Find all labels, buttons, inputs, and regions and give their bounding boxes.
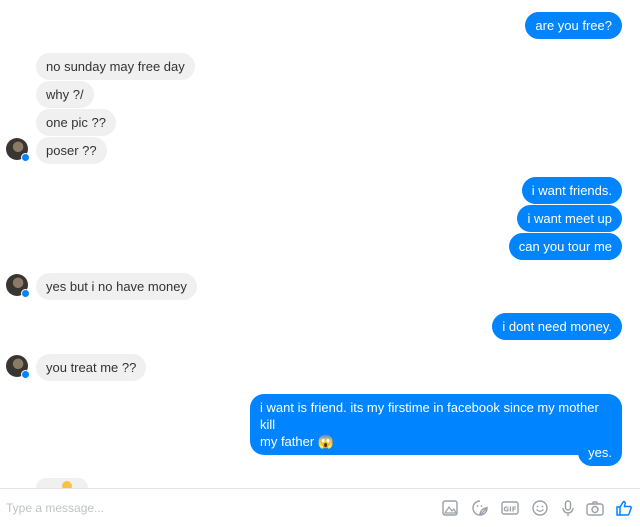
message-incoming: one pic ??	[36, 109, 116, 136]
camera-icon[interactable]	[585, 498, 605, 518]
avatar[interactable]	[6, 274, 30, 298]
messenger-badge-icon	[21, 370, 30, 379]
message-outgoing: can you tour me	[508, 233, 622, 260]
thumbs-up-icon[interactable]	[614, 498, 634, 518]
message-outgoing: yes.	[578, 439, 622, 466]
message-input[interactable]: Type a message...	[6, 501, 104, 515]
message-line: i want is friend. its my firstime in fac…	[260, 400, 599, 432]
emoji-icon[interactable]	[530, 498, 550, 518]
avatar[interactable]	[6, 355, 30, 379]
svg-text:GIF: GIF	[503, 506, 516, 514]
microphone-icon[interactable]	[558, 498, 578, 518]
message-outgoing: are you free?	[525, 12, 622, 39]
message-outgoing-multiline: i want is friend. its my firstime in fac…	[250, 394, 622, 455]
avatar[interactable]	[6, 138, 30, 162]
message-incoming: no sunday may free day	[36, 53, 195, 80]
composer: Type a message... GIF	[0, 488, 640, 527]
gif-icon[interactable]: GIF	[500, 498, 520, 518]
image-icon[interactable]	[440, 498, 460, 518]
messenger-badge-icon	[21, 289, 30, 298]
message-incoming: you treat me ??	[36, 354, 147, 381]
message-outgoing: i dont need money.	[492, 313, 622, 340]
message-line: my father 😱	[260, 434, 334, 449]
message-outgoing: i want friends.	[521, 177, 622, 204]
messenger-badge-icon	[21, 153, 30, 162]
sticker-icon[interactable]	[470, 498, 490, 518]
message-incoming: poser ??	[36, 137, 107, 164]
message-incoming: yes but i no have money	[36, 273, 197, 300]
message-incoming: why ?/	[36, 81, 94, 108]
message-outgoing: i want meet up	[517, 205, 622, 232]
